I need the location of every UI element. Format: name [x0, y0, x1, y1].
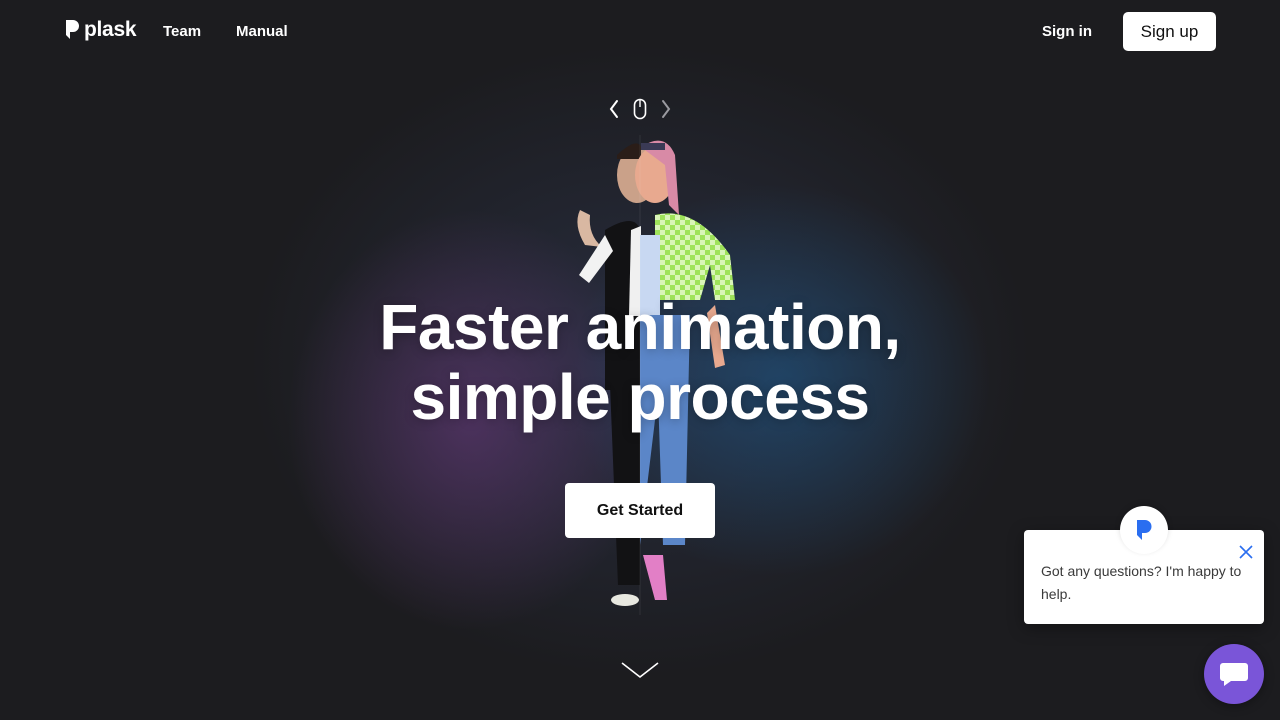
carousel-controls [608, 96, 672, 122]
chevron-left-icon[interactable] [608, 98, 620, 120]
chat-launcher-button[interactable] [1204, 644, 1264, 704]
logo-text: plask [84, 18, 137, 41]
sign-in-link[interactable]: Sign in [1042, 23, 1092, 40]
logo[interactable]: plask [64, 18, 137, 42]
top-nav: plask Team Manual Sign in Sign up [0, 0, 1280, 64]
chat-message: Got any questions? I'm happy to help. [1041, 563, 1242, 602]
hero-headline: Faster animation, simple process [0, 292, 1280, 432]
close-icon[interactable] [1238, 544, 1254, 560]
chevron-right-icon[interactable] [660, 98, 672, 120]
headline-line-1: Faster animation, [379, 291, 901, 363]
mouse-icon [633, 98, 647, 120]
chat-icon [1220, 663, 1248, 686]
nav-link-manual[interactable]: Manual [236, 23, 288, 40]
sign-up-button[interactable]: Sign up [1123, 12, 1216, 51]
logo-icon [66, 20, 79, 39]
get-started-button[interactable]: Get Started [565, 483, 715, 538]
headline-line-2: simple process [410, 361, 871, 433]
brand-logo-icon [1137, 520, 1152, 540]
nav-link-team[interactable]: Team [163, 23, 201, 40]
chevron-down-icon[interactable] [620, 660, 660, 680]
chat-avatar [1120, 506, 1168, 554]
page: plask Team Manual Sign in Sign up Faster… [0, 0, 1280, 720]
